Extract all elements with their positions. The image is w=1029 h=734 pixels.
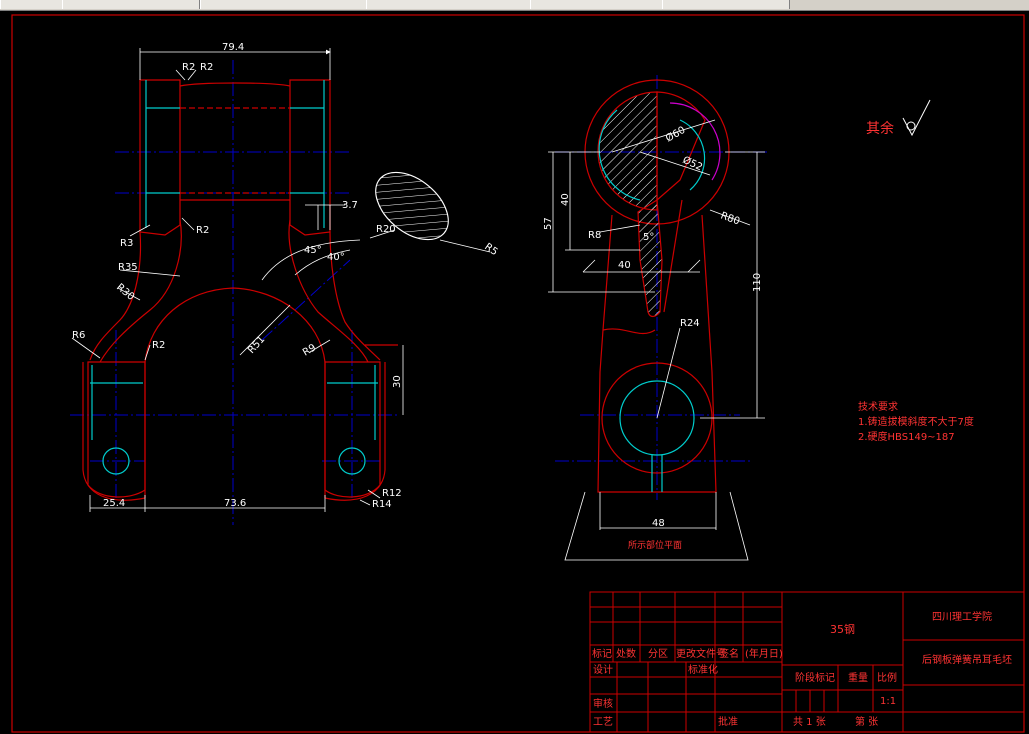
- tb-scale: 比例: [877, 671, 897, 684]
- window-tab-3[interactable]: [200, 0, 368, 9]
- dim-79-4: 79.4: [222, 42, 244, 53]
- tb-weight: 重量: [848, 671, 868, 684]
- left-view-dimensions: [71, 48, 491, 512]
- window-tab-6[interactable]: [662, 0, 790, 9]
- central-arch: [144, 287, 326, 363]
- dim-45-deg: 45°: [304, 245, 322, 256]
- dim-30: 30: [392, 375, 403, 388]
- dim-r12: R12: [382, 488, 402, 499]
- tech-req-line1: 1.铸造拔模斜度不大于7度: [858, 415, 974, 428]
- tb-date: (年月日): [745, 647, 783, 660]
- dim-5-deg: 5°: [643, 232, 654, 243]
- right-view-centerlines: [555, 75, 770, 500]
- dim-57: 57: [543, 217, 554, 230]
- dim-48: 48: [652, 518, 665, 529]
- tb-review: 审核: [593, 697, 613, 710]
- upper-bridge: [179, 82, 291, 87]
- tb-sign: 签名: [719, 647, 739, 660]
- dim-r5: R5: [482, 241, 499, 258]
- dim-25-4: 25.4: [103, 498, 125, 509]
- shank-outline: [599, 214, 613, 373]
- dim-r51: R51: [246, 334, 267, 356]
- roughness-note: 其余: [866, 99, 931, 137]
- tech-req-title: 技术要求: [858, 400, 898, 413]
- tb-part-name: 后钢板弹簧吊耳毛坯: [922, 653, 1012, 666]
- window-tab-1[interactable]: [0, 0, 66, 9]
- dim-r9: R9: [301, 342, 318, 358]
- dim-r30: R30: [114, 282, 136, 303]
- dim-r2-low: R2: [152, 340, 165, 351]
- cad-drawing-canvas[interactable]: 79.4 R2 R2 R3 R2 3.7 R35 R30 45° 40° R20…: [0, 10, 1029, 734]
- tb-scale-value: 1:1: [880, 696, 896, 707]
- dim-r80: R80: [719, 210, 741, 227]
- tb-school: 四川理工学院: [932, 610, 992, 623]
- tb-sheet-number: 第 张: [855, 715, 878, 728]
- dim-r2-top-a: R2: [182, 62, 195, 73]
- left-view-dim-texts: 79.4 R2 R2 R3 R2 3.7 R35 R30 45° 40° R20…: [72, 42, 499, 510]
- dim-3-7: 3.7: [342, 200, 358, 211]
- roughness-label: 其余: [866, 120, 894, 137]
- dim-r24: R24: [680, 318, 700, 329]
- right-view: [555, 75, 770, 500]
- dim-r2-top-b: R2: [200, 62, 213, 73]
- dim-r2-mid: R2: [196, 225, 209, 236]
- tb-count: 处数: [616, 647, 636, 660]
- dim-r6: R6: [72, 330, 85, 341]
- dim-40-vert: 40: [560, 193, 571, 206]
- tech-req-line2: 2.硬度HBS149~187: [858, 430, 955, 443]
- dim-r14: R14: [372, 499, 392, 510]
- dim-40-horiz: 40: [618, 260, 631, 271]
- dim-73-6: 73.6: [224, 498, 246, 509]
- dim-40-deg: 40°: [327, 252, 345, 263]
- section-cut: [375, 171, 449, 241]
- tb-standard: 标准化: [688, 663, 718, 676]
- dim-r20: R20: [376, 224, 396, 235]
- tb-design: 设计: [593, 663, 613, 676]
- tb-stage: 阶段标记: [795, 671, 835, 684]
- plane-note: 所示部位平面: [628, 539, 682, 551]
- dim-d60: Ø60: [664, 124, 688, 145]
- window-tab-5[interactable]: [530, 0, 664, 9]
- title-block-texts: 35钢 四川理工学院 后钢板弹簧吊耳毛坯 标记 处数 分区 更改文件号 签名 (…: [592, 610, 1012, 728]
- window-tab-2[interactable]: [62, 0, 200, 9]
- tb-mark: 标记: [592, 648, 612, 660]
- window-tab-4[interactable]: [366, 0, 534, 9]
- tb-zone: 分区: [648, 648, 668, 660]
- upper-eye-hatch: [597, 91, 658, 211]
- roughness-symbol-icon: [902, 99, 931, 137]
- tb-total-sheets: 共 1 张: [793, 716, 826, 728]
- dim-r3: R3: [120, 238, 133, 249]
- rib-section: [637, 198, 663, 318]
- tb-process: 工艺: [593, 716, 613, 728]
- tb-material: 35钢: [830, 623, 855, 636]
- dim-r8: R8: [588, 230, 601, 241]
- dim-110: 110: [752, 273, 763, 292]
- technical-requirements: 技术要求 1.铸造拔模斜度不大于7度 2.硬度HBS149~187: [858, 400, 974, 443]
- dim-r35: R35: [118, 262, 138, 273]
- tb-approve: 批准: [718, 715, 738, 728]
